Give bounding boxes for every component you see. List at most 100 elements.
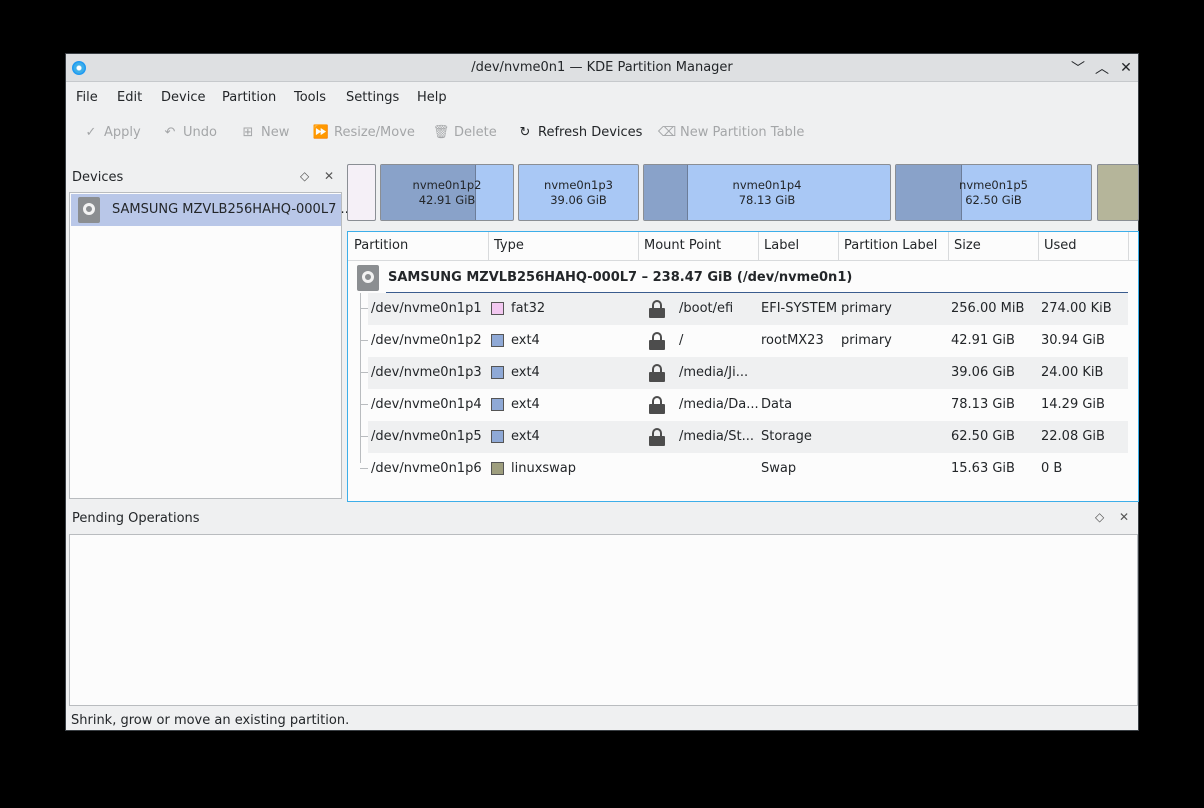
cell-type: ext4 [511, 333, 540, 348]
table-row[interactable]: /dev/nvme0n1p1 fat32/boot/efi EFI-SYSTEM pr… [360, 293, 1128, 325]
refresh-label: Refresh Devices [538, 125, 643, 140]
cell-partition: /dev/nvme0n1p1 [371, 301, 482, 316]
column-partition[interactable]: Partition [354, 238, 408, 253]
cell-partition-label: primary [841, 301, 892, 316]
menu-settings[interactable]: Settings [346, 90, 399, 105]
delete-button[interactable]: 🗑 Delete [433, 125, 497, 140]
new-partition-table-button[interactable]: ⌫ New Partition Table [658, 125, 805, 140]
devices-panel: Devices ◇ ✕ SAMSUNG MZVLB256HAHQ-000L7 .… [68, 164, 353, 501]
partition-block[interactable]: nvme0n1p5 62.50 GiB [895, 164, 1092, 221]
filesystem-color-swatch [491, 366, 504, 379]
close-icon[interactable]: ✕ [1119, 510, 1129, 524]
filesystem-color-swatch [491, 462, 504, 475]
tree-line [360, 293, 361, 463]
cell-used: 274.00 KiB [1041, 301, 1112, 316]
disk-row[interactable]: SAMSUNG MZVLB256HAHQ-000L7 – 238.47 GiB … [348, 261, 1138, 294]
menu-partition[interactable]: Partition [222, 90, 276, 105]
table-row[interactable]: /dev/nvme0n1p3 ext4/media/Ji... 39.06 GiB 2… [360, 357, 1128, 389]
partition-block[interactable] [1097, 164, 1139, 221]
cell-type: fat32 [511, 301, 546, 316]
pending-panel-title: Pending Operations [72, 511, 200, 526]
partition-block[interactable]: nvme0n1p4 78.13 GiB [643, 164, 891, 221]
cell-size: 256.00 MiB [951, 301, 1025, 316]
partition-block[interactable] [347, 164, 376, 221]
cell-type: linuxswap [511, 461, 577, 476]
lock-icon [648, 396, 666, 414]
table-row[interactable]: /dev/nvme0n1p2 ext4 / rootMX23 primary 42.91 … [360, 325, 1128, 357]
column-mount-point[interactable]: Mount Point [644, 238, 721, 253]
cell-partition: /dev/nvme0n1p3 [371, 365, 482, 380]
float-icon[interactable]: ◇ [300, 169, 309, 183]
menu-edit[interactable]: Edit [117, 90, 142, 105]
cell-used: 24.00 KiB [1041, 365, 1104, 380]
toolbar: ✓ Apply ↶ Undo ⊞ New ⏩ Resize/Move 🗑 Del… [66, 117, 1138, 151]
column-label[interactable]: Label [764, 238, 799, 253]
maximize-icon[interactable]: ︿ [1092, 58, 1112, 78]
partition-block[interactable]: nvme0n1p3 39.06 GiB [518, 164, 639, 221]
apply-button[interactable]: ✓ Apply [84, 125, 141, 140]
cell-type: ext4 [511, 365, 540, 380]
column-divider [838, 232, 839, 260]
cell-used: 14.29 GiB [1041, 397, 1105, 412]
minimize-icon[interactable]: ﹀ [1068, 58, 1088, 78]
apply-label: Apply [104, 125, 141, 140]
cell-mount-point: /media/Da... [679, 397, 759, 412]
new-partition-button[interactable]: ⊞ New [241, 125, 290, 140]
column-used[interactable]: Used [1044, 238, 1077, 253]
partition-graph: nvme0n1p2 42.91 GiB nvme0n1p3 39.06 GiB nv… [347, 164, 1139, 222]
tree-branch [360, 372, 368, 373]
app-window: /dev/nvme0n1 — KDE Partition Manager ﹀ ︿… [65, 53, 1139, 731]
cell-type: ext4 [511, 397, 540, 412]
undo-icon: ↶ [164, 125, 176, 140]
tree-branch [360, 436, 368, 437]
cell-partition: /dev/nvme0n1p2 [371, 333, 482, 348]
table-row[interactable]: /dev/nvme0n1p4 ext4/media/Da... Data 78.13 … [360, 389, 1128, 421]
menu-help[interactable]: Help [417, 90, 447, 105]
cell-partition: /dev/nvme0n1p5 [371, 429, 482, 444]
device-item[interactable]: SAMSUNG MZVLB256HAHQ-000L7 ... [71, 194, 353, 226]
tree-branch [360, 340, 368, 341]
fast-forward-icon: ⏩ [312, 125, 330, 140]
cell-type: ext4 [511, 429, 540, 444]
refresh-icon: ↻ [519, 125, 531, 140]
cell-label: Swap [761, 461, 797, 476]
column-partition-label[interactable]: Partition Label [844, 238, 937, 253]
refresh-devices-button[interactable]: ↻ Refresh Devices [518, 125, 643, 140]
resize-move-button[interactable]: ⏩ Resize/Move [312, 125, 415, 140]
column-size[interactable]: Size [954, 238, 981, 253]
menu-file[interactable]: File [76, 90, 98, 105]
title-bar: /dev/nvme0n1 — KDE Partition Manager ﹀ ︿… [66, 54, 1138, 82]
partition-block-label: nvme0n1p2 42.91 GiB [412, 178, 482, 207]
devices-panel-header: Devices ◇ ✕ [68, 164, 343, 192]
column-divider [1038, 232, 1039, 260]
table-row[interactable]: /dev/nvme0n1p6 linuxswap Swap 15.63 GiB 0 B [360, 453, 1128, 485]
filesystem-color-swatch [491, 302, 504, 315]
menu-device[interactable]: Device [161, 90, 205, 105]
partition-block[interactable]: nvme0n1p2 42.91 GiB [380, 164, 514, 221]
cell-partition: /dev/nvme0n1p4 [371, 397, 482, 412]
cell-size: 39.06 GiB [951, 365, 1015, 380]
column-divider [758, 232, 759, 260]
lock-icon [648, 300, 666, 318]
window-title: /dev/nvme0n1 — KDE Partition Manager [471, 60, 733, 75]
table-row[interactable]: /dev/nvme0n1p5 ext4/media/St... Storage 62.… [360, 421, 1128, 453]
lock-icon [648, 428, 666, 446]
cell-size: 15.63 GiB [951, 461, 1015, 476]
close-icon[interactable]: ✕ [324, 169, 334, 183]
column-divider [488, 232, 489, 260]
float-icon[interactable]: ◇ [1095, 510, 1104, 524]
tree-branch [360, 468, 368, 469]
cell-mount-point: /media/Ji... [679, 365, 749, 380]
partition-block-label: nvme0n1p5 62.50 GiB [959, 178, 1028, 207]
lock-icon [648, 364, 666, 382]
cell-used: 30.94 GiB [1041, 333, 1105, 348]
filesystem-color-swatch [491, 398, 504, 411]
pending-panel-header: Pending Operations ◇ ✕ [68, 505, 1138, 533]
close-icon[interactable]: ✕ [1116, 58, 1136, 78]
status-bar: Shrink, grow or move an existing partiti… [71, 713, 350, 728]
pending-operations-panel: Pending Operations ◇ ✕ [68, 505, 1138, 709]
column-type[interactable]: Type [494, 238, 524, 253]
menu-tools[interactable]: Tools [294, 90, 326, 105]
undo-button[interactable]: ↶ Undo [163, 125, 217, 140]
filesystem-color-swatch [491, 430, 504, 443]
